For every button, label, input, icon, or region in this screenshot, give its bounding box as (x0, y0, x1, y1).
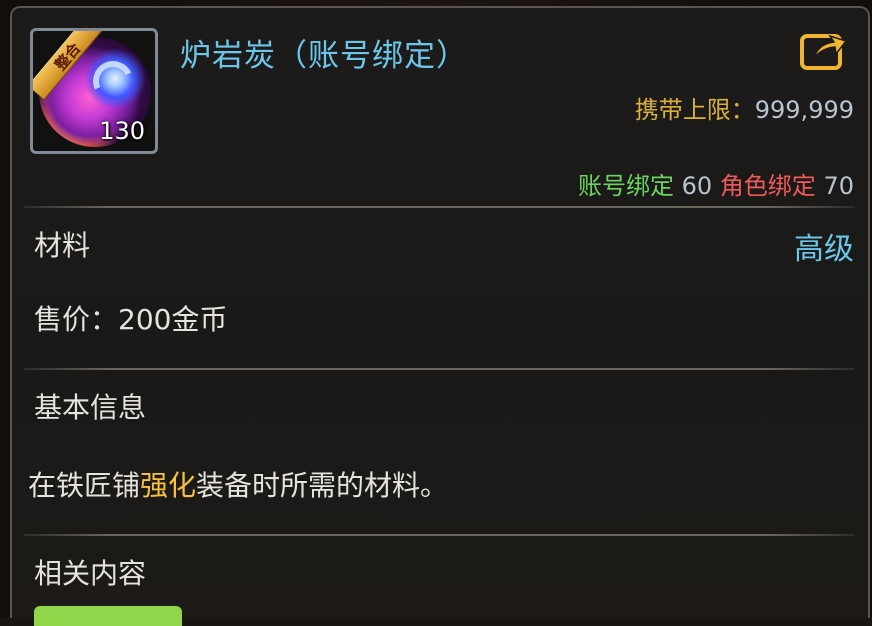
desc-prefix: 在铁匠铺 (28, 469, 141, 502)
item-category: 材料 (34, 229, 91, 262)
basic-info-heading: 基本信息 (34, 391, 147, 424)
role-bind-value: 70 (823, 172, 854, 200)
related-heading: 相关内容 (34, 557, 147, 590)
carry-limit-label: 携带上限： (634, 96, 755, 124)
divider (24, 368, 854, 370)
divider (24, 534, 854, 536)
item-description: 在铁匠铺强化装备时所需的材料。 (28, 464, 448, 504)
carry-limit: 携带上限：999,999 (635, 90, 854, 125)
account-bind-value: 60 (681, 172, 713, 200)
share-icon[interactable] (800, 30, 848, 72)
desc-suffix: 装备时所需的材料。 (196, 469, 449, 502)
item-title: 炉岩炭（账号绑定） (180, 38, 468, 74)
item-grade: 高级 (794, 232, 854, 267)
desc-highlight: 强化 (140, 469, 197, 502)
carry-limit-value: 999,999 (754, 96, 854, 124)
account-bind-label: 账号绑定 (577, 172, 674, 200)
item-icon: 整合 130 (30, 28, 158, 154)
divider (24, 206, 854, 208)
related-button[interactable] (34, 606, 182, 626)
sell-price: 售价：200金币 (34, 303, 228, 336)
role-bind-label: 角色绑定 (719, 172, 816, 200)
item-count: 130 (99, 117, 145, 145)
bind-info: 账号绑定 60 角色绑定 70 (578, 166, 854, 201)
